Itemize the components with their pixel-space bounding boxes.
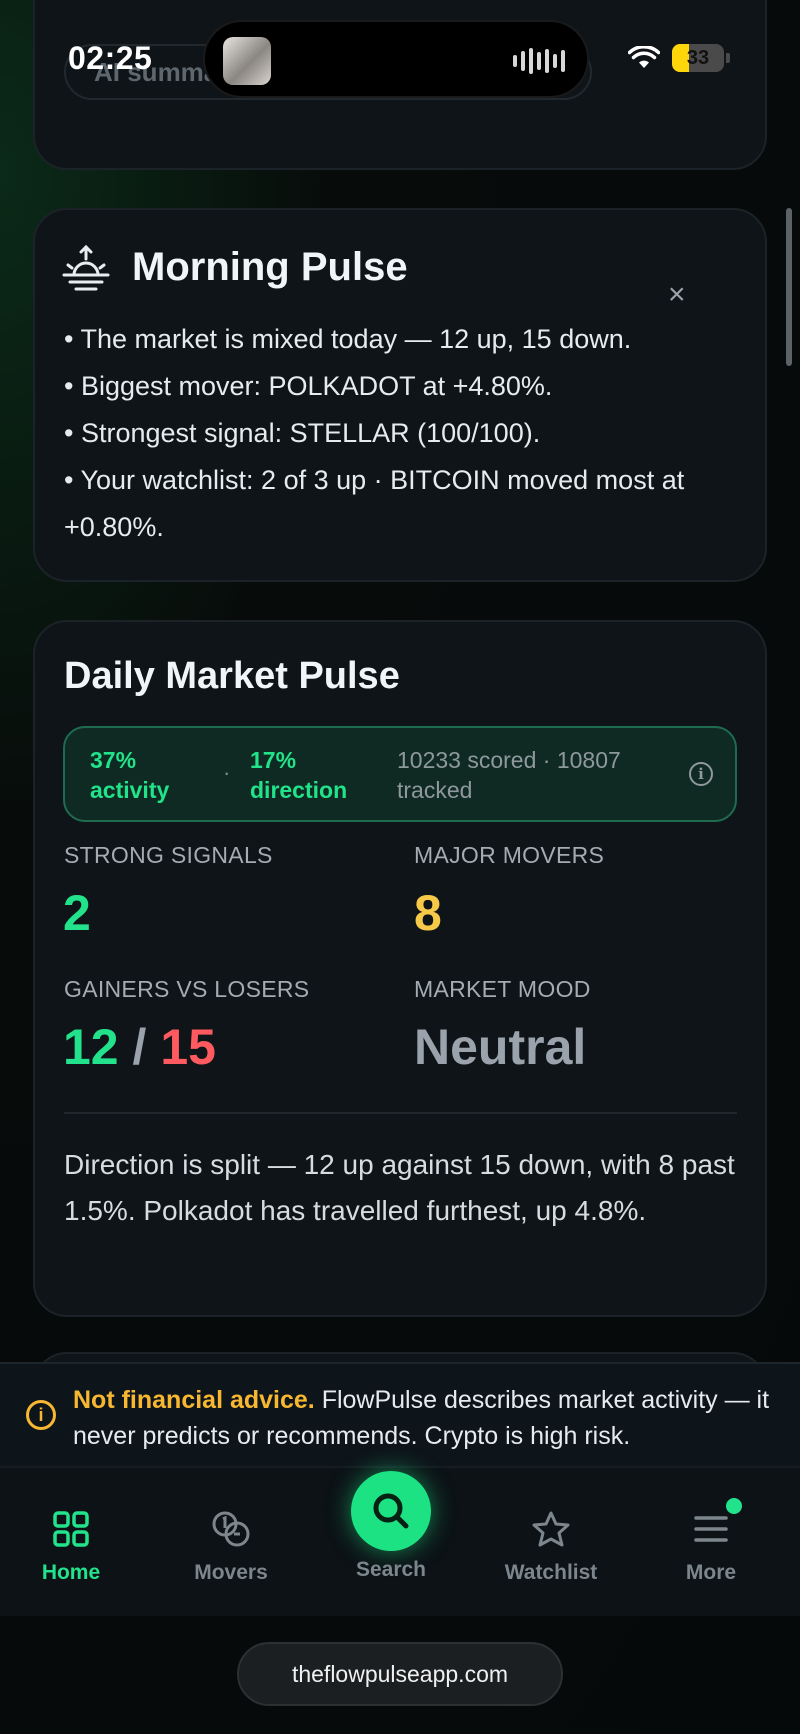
gainers-losers-separator: / — [132, 1019, 147, 1075]
nav-search-label: Search — [355, 1558, 427, 1581]
divider — [64, 1112, 737, 1114]
nav-home[interactable]: Home — [1, 1510, 141, 1585]
nav-more[interactable]: More — [641, 1510, 781, 1585]
direction-label: direction — [250, 777, 348, 803]
market-mood-label: MARKET MOOD — [414, 976, 591, 1002]
gainers-count: 12 — [63, 1019, 119, 1075]
morning-pulse-bullets: • The market is mixed today — 12 up, 15 … — [64, 316, 744, 551]
major-movers-value: 8 — [414, 885, 442, 941]
home-grid-icon — [53, 1511, 89, 1547]
scored-tracked-count: 10233 scored · 10807 tracked — [397, 747, 621, 803]
info-icon[interactable]: i — [689, 762, 713, 786]
disclaimer-text: Not financial advice. FlowPulse describe… — [73, 1382, 778, 1454]
activity-label: activity — [90, 777, 170, 803]
nav-movers-label: Movers — [194, 1561, 268, 1584]
market-mood-value: Neutral — [414, 1019, 587, 1075]
bullet-item: • Your watchlist: 2 of 3 up · BITCOIN mo… — [64, 465, 685, 542]
separator-dot: · — [223, 760, 231, 785]
wifi-icon — [628, 46, 660, 68]
now-playing-artwork — [223, 37, 271, 85]
menu-icon — [694, 1516, 728, 1542]
market-summary-text: Direction is split — 12 up against 15 do… — [64, 1149, 735, 1226]
disclaimer-bold: Not financial advice. — [73, 1386, 315, 1414]
search-icon — [373, 1493, 409, 1529]
bullet-item: • The market is mixed today — 12 up, 15 … — [64, 324, 632, 354]
audio-waveform-icon — [513, 48, 565, 74]
bullet-item: • Biggest mover: POLKADOT at +4.80%. — [64, 371, 553, 401]
coins-icon — [212, 1511, 250, 1547]
direction-metric: 17% direction — [250, 745, 347, 805]
activity-pct: 37% — [90, 747, 137, 773]
gainers-vs-losers-value: 12 / 15 — [63, 1018, 216, 1076]
battery-tip — [726, 53, 730, 63]
activity-metric: 37% activity — [90, 745, 169, 805]
sunrise-icon — [62, 244, 110, 291]
scrollbar[interactable] — [786, 208, 792, 366]
direction-pct: 17% — [250, 747, 297, 773]
notification-dot — [726, 1498, 742, 1514]
nav-home-label: Home — [41, 1561, 101, 1584]
battery-level: 33 — [686, 47, 710, 69]
nav-watchlist-label: Watchlist — [504, 1561, 598, 1584]
bullet-item: • Strongest signal: STELLAR (100/100). — [64, 418, 541, 448]
url-bar[interactable]: theflowpulseapp.com — [237, 1642, 563, 1706]
disclaimer-banner: i Not financial advice. FlowPulse descri… — [0, 1362, 800, 1466]
search-button[interactable] — [351, 1471, 431, 1551]
nav-more-label: More — [685, 1561, 737, 1584]
daily-market-pulse-title: Daily Market Pulse — [64, 655, 400, 697]
strong-signals-label: STRONG SIGNALS — [64, 842, 273, 868]
major-movers-label: MAJOR MOVERS — [414, 842, 605, 868]
star-icon — [532, 1511, 570, 1547]
close-icon[interactable]: × — [668, 280, 686, 310]
strong-signals-value: 2 — [63, 885, 91, 941]
status-time: 02:25 — [68, 40, 153, 76]
morning-pulse-title: Morning Pulse — [132, 245, 408, 289]
info-warning-icon: i — [26, 1400, 56, 1430]
battery-indicator: 33 — [672, 44, 724, 72]
nav-movers[interactable]: Movers — [161, 1510, 301, 1585]
nav-watchlist[interactable]: Watchlist — [481, 1510, 621, 1585]
losers-count: 15 — [160, 1019, 216, 1075]
dynamic-island[interactable] — [203, 20, 589, 98]
gainers-vs-losers-label: GAINERS VS LOSERS — [64, 976, 310, 1002]
activity-summary-box: 37% activity · 17% direction 10233 score… — [63, 726, 737, 822]
